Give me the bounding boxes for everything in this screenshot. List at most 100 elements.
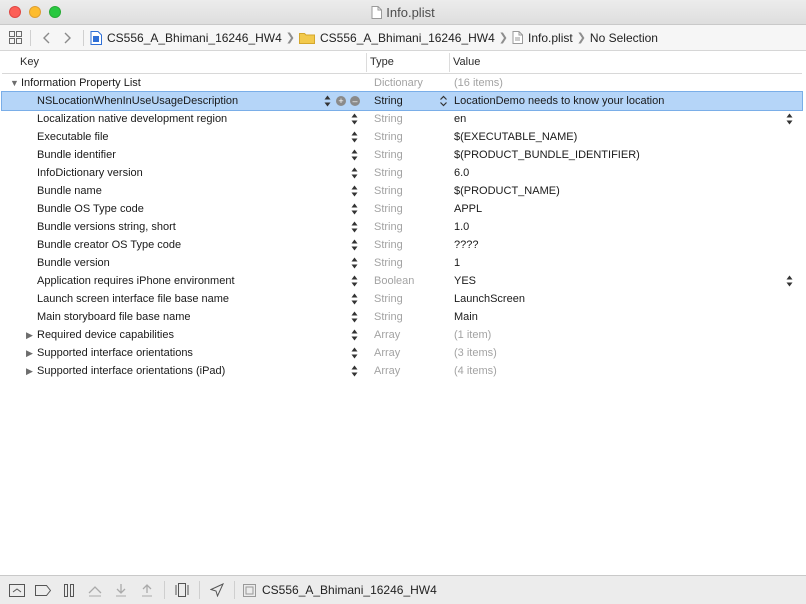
breadcrumb-group[interactable]: CS556_A_Bhimani_16246_HW4 xyxy=(299,31,495,45)
disclosure-triangle-expanded-icon[interactable]: ▼ xyxy=(10,74,20,92)
step-into-button[interactable] xyxy=(108,578,134,602)
row-value: $(PRODUCT_NAME) xyxy=(454,185,560,197)
table-row[interactable]: InfoDictionary version String 6.0 xyxy=(2,164,802,182)
table-row[interactable]: ▶ Supported interface orientations Array… xyxy=(2,344,802,362)
disclosure-triangle-collapsed-icon[interactable]: ▶ xyxy=(26,344,36,362)
debug-target-selector[interactable]: CS556_A_Bhimani_16246_HW4 xyxy=(239,583,437,597)
remove-row-button[interactable]: – xyxy=(350,96,360,106)
hide-debug-area-button[interactable] xyxy=(4,578,30,602)
step-out-button[interactable] xyxy=(134,578,160,602)
table-row[interactable]: Bundle OS Type code String APPL xyxy=(2,200,802,218)
related-items-button[interactable] xyxy=(4,27,26,49)
column-header-key[interactable]: Key xyxy=(20,56,39,68)
table-row[interactable]: ▼ Information Property List Dictionary (… xyxy=(2,74,802,92)
column-header-value[interactable]: Value xyxy=(453,56,480,68)
key-stepper-icon[interactable] xyxy=(351,149,358,161)
table-row[interactable]: Bundle identifier String $(PRODUCT_BUNDL… xyxy=(2,146,802,164)
debug-area-icon xyxy=(9,583,25,597)
pause-icon xyxy=(64,583,74,597)
table-row[interactable]: ▶ Supported interface orientations (iPad… xyxy=(2,362,802,380)
go-forward-button[interactable] xyxy=(57,27,79,49)
divider xyxy=(164,581,165,599)
table-row[interactable]: Main storyboard file base name String Ma… xyxy=(2,308,802,326)
disclosure-triangle-collapsed-icon[interactable]: ▶ xyxy=(26,326,36,344)
row-type[interactable]: String xyxy=(374,92,403,110)
row-value[interactable]: LocationDemo needs to know your location xyxy=(454,92,664,110)
breadcrumb-selection[interactable]: No Selection xyxy=(590,31,658,45)
value-popup-stepper-icon[interactable] xyxy=(786,275,793,287)
add-row-button[interactable]: + xyxy=(336,96,346,106)
breakpoints-button[interactable] xyxy=(30,578,56,602)
simulate-location-button[interactable] xyxy=(204,578,230,602)
column-resize-handle[interactable] xyxy=(449,53,450,72)
folder-icon xyxy=(299,31,315,44)
table-row[interactable]: Bundle name String $(PRODUCT_NAME) xyxy=(2,182,802,200)
value-popup-stepper-icon[interactable] xyxy=(786,113,793,125)
disclosure-triangle-collapsed-icon[interactable]: ▶ xyxy=(26,362,36,380)
breadcrumb-file[interactable]: Info.plist xyxy=(512,31,573,45)
pause-button[interactable] xyxy=(56,578,82,602)
key-stepper-icon[interactable] xyxy=(351,347,358,359)
key-stepper-icon[interactable] xyxy=(351,221,358,233)
key-stepper-icon[interactable] xyxy=(351,257,358,269)
key-stepper-icon[interactable] xyxy=(351,203,358,215)
row-value: (4 items) xyxy=(454,365,497,377)
key-stepper-icon[interactable] xyxy=(351,167,358,179)
row-key: Supported interface orientations (iPad) xyxy=(37,365,226,377)
key-stepper-icon[interactable] xyxy=(351,239,358,251)
chevron-left-icon xyxy=(43,32,50,43)
step-over-button[interactable] xyxy=(82,578,108,602)
row-value: en xyxy=(454,113,467,125)
divider xyxy=(234,581,235,599)
xcode-project-icon xyxy=(90,30,102,45)
title-bar: Info.plist xyxy=(0,0,806,25)
table-row[interactable]: Bundle versions string, short String 1.0 xyxy=(2,218,802,236)
view-hierarchy-button[interactable] xyxy=(169,578,195,602)
column-header-type[interactable]: Type xyxy=(370,56,394,68)
row-key: Launch screen interface file base name xyxy=(37,293,230,305)
row-key[interactable]: NSLocationWhenInUseUsageDescription xyxy=(37,92,238,110)
row-key: InfoDictionary version xyxy=(37,167,143,179)
row-value: $(EXECUTABLE_NAME) xyxy=(454,131,578,143)
table-row-selected[interactable]: NSLocationWhenInUseUsageDescription + – … xyxy=(1,91,803,111)
key-stepper-icon[interactable] xyxy=(351,293,358,305)
breakpoint-icon xyxy=(35,584,51,596)
row-value: $(PRODUCT_BUNDLE_IDENTIFIER) xyxy=(454,149,640,161)
breadcrumb-label: CS556_A_Bhimani_16246_HW4 xyxy=(107,30,282,45)
type-popup-chevron-icon[interactable] xyxy=(440,95,447,107)
key-stepper-icon[interactable] xyxy=(351,275,358,287)
row-type: String xyxy=(374,203,403,215)
breadcrumb-chevron-icon: ❯ xyxy=(576,32,586,44)
key-stepper-icon[interactable] xyxy=(351,329,358,341)
table-row[interactable]: Localization native development region S… xyxy=(2,110,802,128)
row-type: String xyxy=(374,293,403,305)
row-key: Bundle OS Type code xyxy=(37,203,144,215)
step-into-icon xyxy=(116,583,126,596)
key-stepper-icon[interactable] xyxy=(351,185,358,197)
key-stepper-icon[interactable] xyxy=(324,95,331,107)
jump-bar: CS556_A_Bhimani_16246_HW4 ❯ CS556_A_Bhim… xyxy=(0,25,806,51)
breadcrumb-project[interactable]: CS556_A_Bhimani_16246_HW4 xyxy=(90,30,282,45)
row-key: Bundle name xyxy=(37,185,102,197)
step-over-icon xyxy=(88,585,102,596)
table-row[interactable]: Application requires iPhone environment … xyxy=(2,272,802,290)
key-stepper-icon[interactable] xyxy=(351,113,358,125)
row-type: String xyxy=(374,149,403,161)
row-key: Main storyboard file base name xyxy=(37,311,191,323)
key-stepper-icon[interactable] xyxy=(351,311,358,323)
table-row[interactable]: Bundle creator OS Type code String ???? xyxy=(2,236,802,254)
column-resize-handle[interactable] xyxy=(366,53,367,72)
key-stepper-icon[interactable] xyxy=(351,131,358,143)
row-type: Array xyxy=(374,347,401,359)
table-row[interactable]: Executable file String $(EXECUTABLE_NAME… xyxy=(2,128,802,146)
key-stepper-icon[interactable] xyxy=(351,365,358,377)
row-key: Information Property List xyxy=(21,77,141,89)
window-title-area: Info.plist xyxy=(0,5,806,22)
row-value: (1 item) xyxy=(454,329,492,341)
table-row[interactable]: Launch screen interface file base name S… xyxy=(2,290,802,308)
go-back-button[interactable] xyxy=(35,27,57,49)
row-type: String xyxy=(374,185,403,197)
table-row[interactable]: Bundle version String 1 xyxy=(2,254,802,272)
breadcrumb-chevron-icon: ❯ xyxy=(285,32,295,44)
table-row[interactable]: ▶ Required device capabilities Array (1 … xyxy=(2,326,802,344)
